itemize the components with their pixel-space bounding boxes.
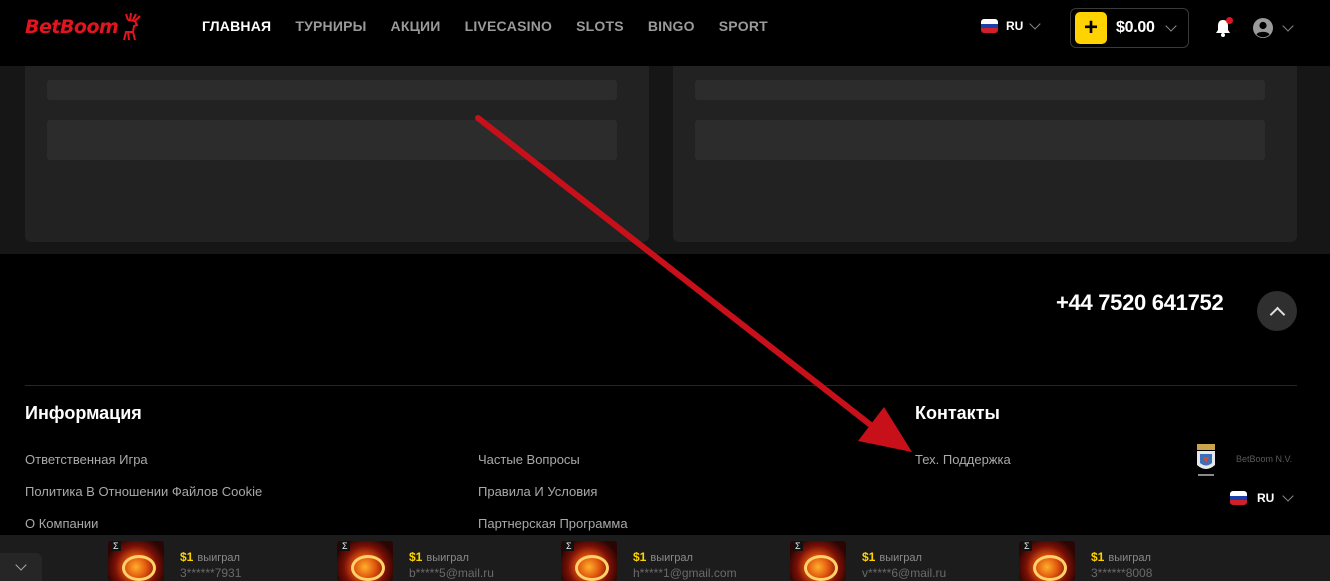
skeleton-line	[695, 80, 1265, 100]
recent-wins-ticker: $1выиграл 3******7931 $1выиграл b*****5@…	[0, 535, 1330, 581]
deposit-button[interactable]: +	[1075, 12, 1107, 44]
support-phone[interactable]: +44 7520 641752	[1056, 290, 1224, 316]
win-amount: $1	[862, 550, 876, 564]
win-amount: $1	[180, 550, 194, 564]
win-user: h*****1@gmail.com	[633, 566, 737, 580]
footer-link-affiliate[interactable]: Партнерская Программа	[478, 516, 628, 531]
skeleton-line	[47, 80, 617, 100]
chevron-down-icon[interactable]	[1164, 20, 1177, 32]
win-item[interactable]: $1выиграл h*****1@gmail.com	[561, 541, 737, 581]
win-amount: $1	[633, 550, 647, 564]
nav-item-sport[interactable]: SPORT	[719, 18, 768, 34]
logo-text-white: Boom	[59, 16, 119, 38]
ticker-collapse-button[interactable]	[0, 553, 42, 581]
win-verb: выиграл	[650, 552, 693, 564]
nav-item-livecasino[interactable]: LIVECASINO	[465, 18, 553, 34]
nav-item-slots[interactable]: SLOTS	[576, 18, 624, 34]
game-thumbnail	[1019, 541, 1075, 581]
loading-card	[25, 66, 649, 242]
win-user: 3******8008	[1091, 566, 1153, 580]
win-verb: выиграл	[1108, 552, 1151, 564]
win-item[interactable]: $1выиграл v*****6@mail.ru	[790, 541, 946, 581]
wallet-widget[interactable]: + $0.00	[1070, 8, 1189, 48]
russia-flag-icon	[1230, 491, 1247, 505]
chevron-down-icon	[1029, 18, 1042, 30]
win-verb: выиграл	[197, 552, 240, 564]
nav-item-bingo[interactable]: BINGO	[648, 18, 695, 34]
chevron-down-icon	[1282, 20, 1294, 32]
content-loading-area	[0, 66, 1330, 254]
logo-text-red: Bet	[25, 16, 60, 38]
chevron-up-icon	[1269, 306, 1285, 322]
footer-divider	[25, 385, 1297, 386]
footer-link-terms[interactable]: Правила И Условия	[478, 484, 597, 499]
top-header: BetBoom ГЛАВНАЯ ТУРНИРЫ АКЦИИ LIVECASINO…	[0, 0, 1330, 66]
skeleton-block	[695, 120, 1265, 160]
game-thumbnail	[790, 541, 846, 581]
language-label: RU	[1006, 19, 1024, 33]
game-thumbnail	[561, 541, 617, 581]
footer-language-selector[interactable]: RU	[1230, 490, 1295, 505]
user-avatar-icon	[1253, 18, 1273, 38]
contacts-heading: Контакты	[915, 403, 1000, 423]
scroll-to-top-button[interactable]	[1257, 291, 1297, 331]
notifications-button[interactable]	[1213, 17, 1233, 38]
info-heading: Информация	[25, 403, 142, 423]
user-menu[interactable]	[1252, 17, 1294, 39]
nav-item-tournaments[interactable]: ТУРНИРЫ	[295, 18, 366, 34]
win-item[interactable]: $1выиграл 3******8008	[1019, 541, 1152, 581]
win-amount: $1	[409, 550, 423, 564]
win-item[interactable]: $1выиграл b*****5@mail.ru	[337, 541, 494, 581]
language-selector[interactable]: RU	[981, 18, 1042, 33]
nav-item-home[interactable]: ГЛАВНАЯ	[202, 18, 271, 34]
win-user: v*****6@mail.ru	[862, 566, 947, 580]
chevron-down-icon	[1282, 490, 1295, 502]
win-verb: выиграл	[879, 552, 922, 564]
footer-link-about[interactable]: О Компании	[25, 516, 98, 531]
win-verb: выиграл	[426, 552, 469, 564]
footer-link-responsible-gaming[interactable]: Ответственная Игра	[25, 452, 148, 467]
deer-logo-icon	[123, 12, 142, 41]
win-user: b*****5@mail.ru	[409, 566, 494, 580]
license-seal-icon[interactable]	[1194, 441, 1218, 479]
company-name: BetBoom N.V.	[1236, 454, 1293, 464]
footer-link-tech-support[interactable]: Тех. Поддержка	[915, 452, 1011, 467]
balance-amount: $0.00	[1116, 19, 1155, 36]
plus-icon: +	[1083, 14, 1098, 41]
chevron-down-icon	[15, 559, 27, 571]
notification-badge	[1226, 17, 1233, 24]
win-item[interactable]: $1выиграл 3******7931	[108, 541, 241, 581]
nav-item-promotions[interactable]: АКЦИИ	[391, 18, 441, 34]
russia-flag-icon	[981, 19, 998, 33]
game-thumbnail	[108, 541, 164, 581]
game-thumbnail	[337, 541, 393, 581]
footer-language-label: RU	[1257, 491, 1275, 505]
footer-link-faq[interactable]: Частые Вопросы	[478, 452, 580, 467]
betboom-logo[interactable]: BetBoom	[25, 10, 167, 44]
win-amount: $1	[1091, 550, 1105, 564]
main-nav: ГЛАВНАЯ ТУРНИРЫ АКЦИИ LIVECASINO SLOTS B…	[202, 18, 792, 34]
skeleton-block	[47, 120, 617, 160]
footer-link-cookie-policy[interactable]: Политика В Отношении Файлов Cookie	[25, 484, 262, 499]
loading-card	[673, 66, 1297, 242]
win-user: 3******7931	[180, 566, 242, 580]
